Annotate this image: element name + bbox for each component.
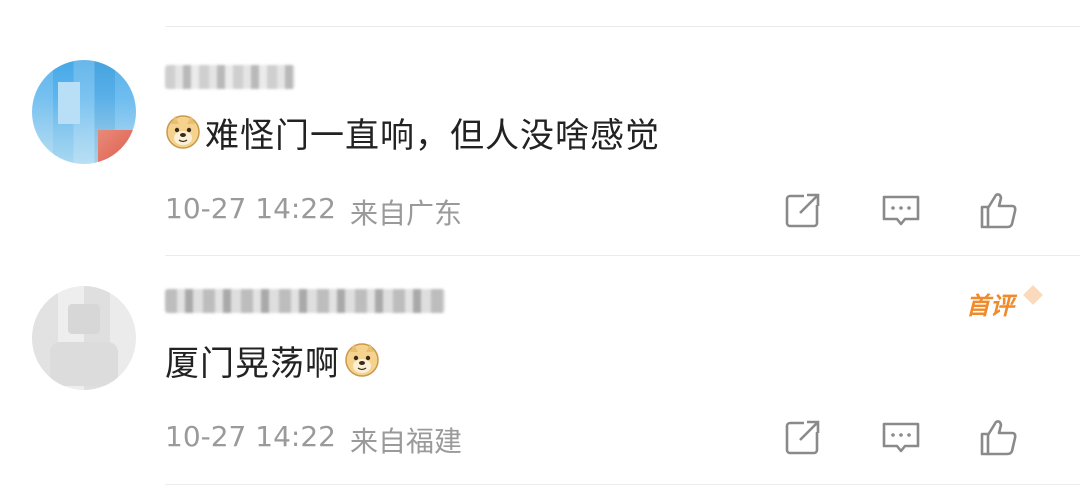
doge-emoji-icon [165, 114, 201, 150]
doge-emoji-icon [344, 342, 380, 378]
username-blurred[interactable] [165, 65, 295, 89]
comment-actions [780, 414, 1080, 462]
share-icon[interactable] [780, 414, 826, 460]
username-blurred[interactable] [165, 289, 445, 313]
comment-meta: 10-27 14:22 来自广东 [165, 192, 462, 232]
comment-text-content: 难怪门一直响，但人没啥感觉 [205, 115, 660, 156]
comment-text-content: 厦门晃荡啊 [165, 343, 340, 384]
comment-time: 10-27 14:22 [165, 192, 336, 225]
avatar[interactable] [32, 60, 136, 164]
like-icon[interactable] [976, 414, 1022, 460]
first-comment-badge: 首评 [966, 286, 1036, 326]
comment-location: 来自广东 [349, 197, 462, 230]
avatar[interactable] [32, 286, 136, 390]
comment-text: 难怪门一直响，但人没啥感觉 [165, 110, 660, 156]
comment-icon[interactable] [878, 414, 924, 460]
comment-text: 厦门晃荡啊 [165, 338, 380, 384]
comment-meta: 10-27 14:22 来自福建 [165, 420, 462, 460]
comment-item: 难怪门一直响，但人没啥感觉 10-27 14:22 来自广东 [0, 26, 1080, 256]
comment-item: 首评 厦门晃荡啊 10-27 14:22 来自福建 [0, 256, 1080, 486]
comment-time: 10-27 14:22 [165, 420, 336, 453]
comment-location: 来自福建 [349, 425, 462, 458]
like-icon[interactable] [976, 187, 1022, 233]
comment-actions [780, 187, 1080, 235]
comment-icon[interactable] [878, 187, 924, 233]
bottom-divider [165, 484, 1080, 485]
share-icon[interactable] [780, 187, 826, 233]
